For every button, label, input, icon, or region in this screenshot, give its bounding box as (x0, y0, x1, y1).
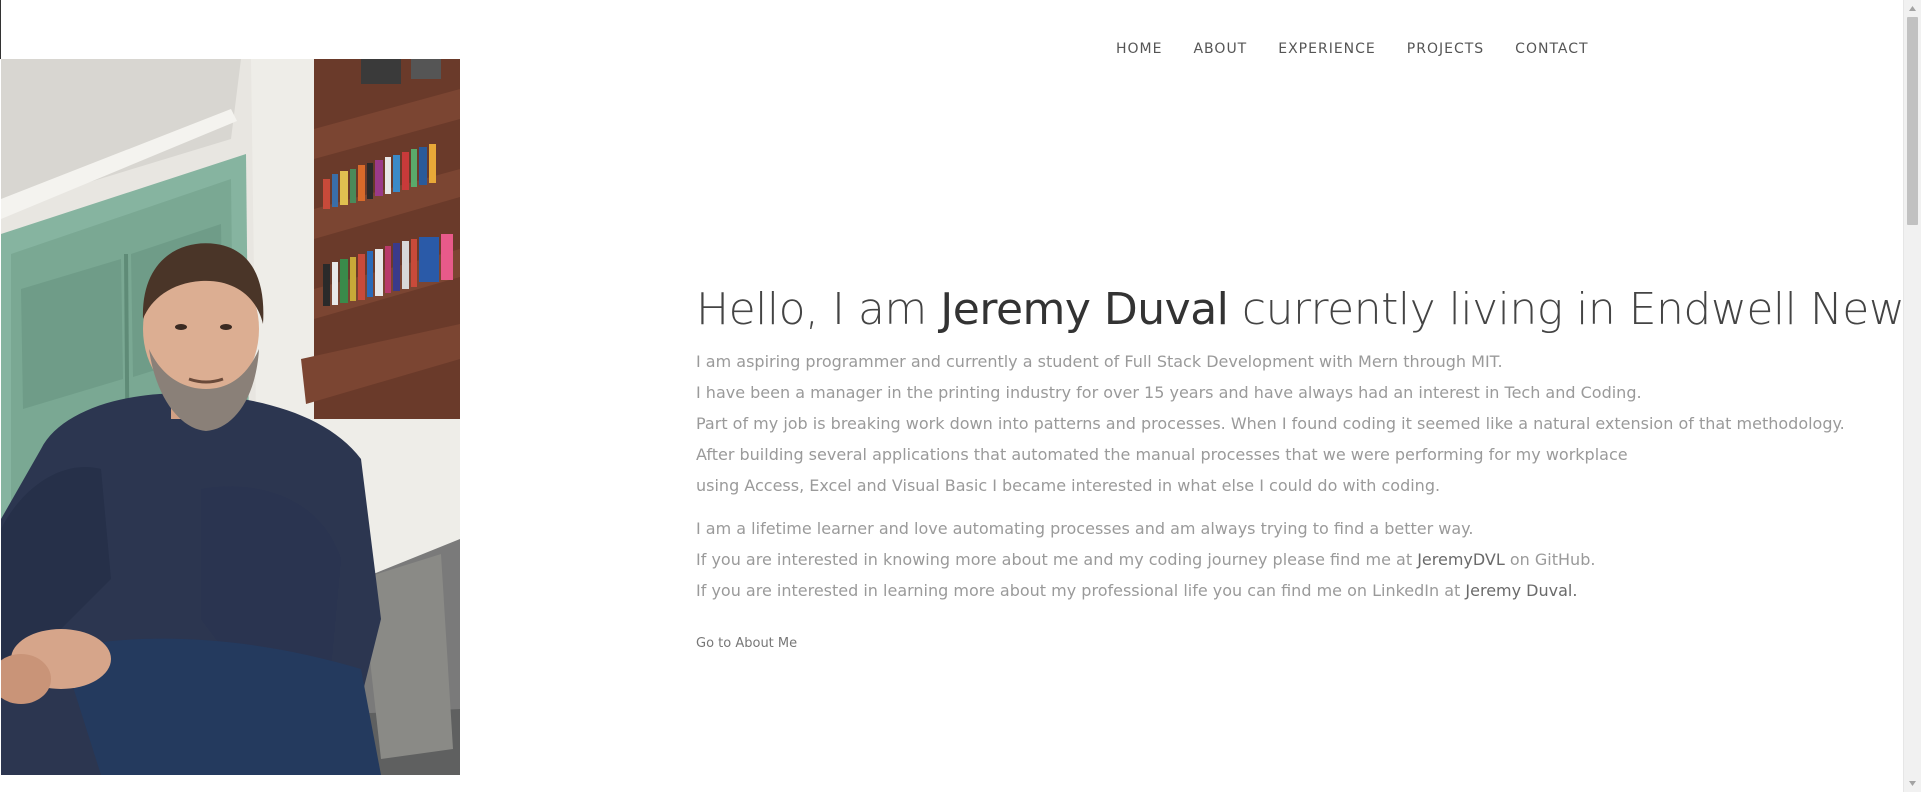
github-link[interactable]: JeremyDVL (1417, 550, 1505, 569)
scroll-down-arrow-icon[interactable] (1904, 775, 1921, 792)
top-nav: HOME ABOUT EXPERIENCE PROJECTS CONTACT (1116, 38, 1620, 60)
intro-paragraph: I am aspiring programmer and currently a… (696, 346, 1876, 501)
intro-line-5: using Access, Excel and Visual Basic I b… (696, 476, 1441, 495)
intro-line-4: After building several applications that… (696, 445, 1628, 464)
scroll-up-arrow-icon[interactable] (1904, 0, 1921, 17)
hero-headline: Hello, I am Jeremy Duval currently livin… (696, 282, 1921, 338)
headline-name: Jeremy Duval (940, 284, 1229, 335)
nav-about[interactable]: ABOUT (1193, 38, 1247, 60)
contact-line-2: If you are interested in knowing more ab… (696, 544, 1876, 575)
left-border (0, 0, 1, 59)
intro-line-3: Part of my job is breaking work down int… (696, 414, 1845, 433)
page: HOME ABOUT EXPERIENCE PROJECTS CONTACT H… (0, 0, 1921, 792)
contact-line-1: I am a lifetime learner and love automat… (696, 519, 1474, 538)
contact-line-2-prefix: If you are interested in knowing more ab… (696, 550, 1418, 569)
nav-projects[interactable]: PROJECTS (1407, 38, 1484, 60)
linkedin-link[interactable]: Jeremy Duval. (1465, 581, 1577, 600)
contact-line-2-suffix: on GitHub. (1504, 550, 1596, 569)
profile-photo-illustration (1, 59, 460, 775)
scroll-thumb[interactable] (1907, 17, 1918, 225)
nav-experience[interactable]: EXPERIENCE (1278, 38, 1376, 60)
headline-prefix: Hello, I am (696, 284, 941, 335)
contact-line-3: If you are interested in learning more a… (696, 575, 1876, 606)
profile-photo (1, 59, 460, 775)
about-me-button[interactable]: Go to About Me (696, 636, 797, 651)
nav-contact[interactable]: CONTACT (1515, 38, 1588, 60)
vertical-scrollbar[interactable] (1903, 0, 1921, 792)
contact-line-3-prefix: If you are interested in learning more a… (696, 581, 1466, 600)
intro-line-1: I am aspiring programmer and currently a… (696, 352, 1503, 371)
headline-suffix: currently living in Endwell New York (1241, 284, 1921, 335)
nav-home[interactable]: HOME (1116, 38, 1162, 60)
hero-content: Hello, I am Jeremy Duval currently livin… (696, 282, 1921, 652)
intro-line-2: I have been a manager in the printing in… (696, 383, 1642, 402)
contact-paragraph: I am a lifetime learner and love automat… (696, 513, 1876, 606)
